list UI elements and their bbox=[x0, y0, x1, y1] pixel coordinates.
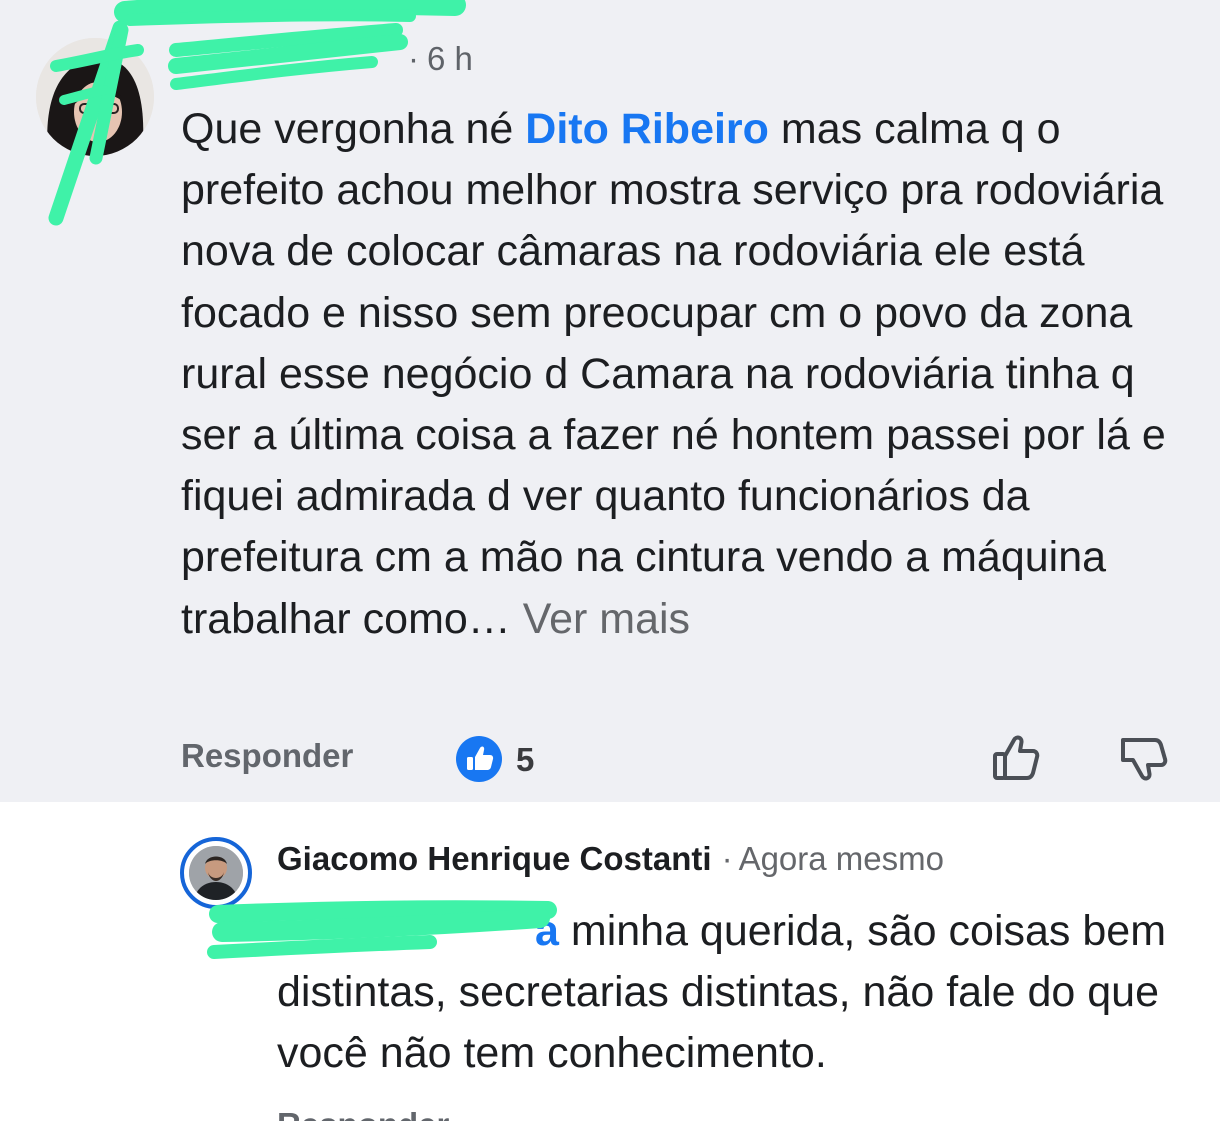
reply-author-avatar[interactable] bbox=[180, 837, 252, 909]
see-more-link[interactable]: Ver mais bbox=[523, 595, 690, 643]
reply-actions-cutoff: Responder bbox=[277, 1108, 1177, 1121]
thumbs-down-icon[interactable] bbox=[1119, 732, 1169, 784]
comment-text: Que vergonha né Dito Ribeiro mas calma q… bbox=[181, 99, 1181, 650]
avatar-photo bbox=[189, 846, 243, 900]
comment-thread: · 6 h Que vergonha né Dito Ribeiro mas ca… bbox=[0, 0, 1220, 1121]
thumbs-up-outline-icon bbox=[993, 735, 1040, 780]
avatar-person-icon bbox=[189, 846, 243, 900]
comment-header: · 6 h bbox=[180, 40, 473, 80]
reply-text-content: minha querida, são coisas bem distintas,… bbox=[277, 907, 1167, 1077]
comment-actions: Responder 5 bbox=[181, 734, 1181, 784]
reply-button[interactable]: Responder bbox=[181, 737, 353, 775]
reply-button[interactable]: Responder bbox=[277, 1108, 449, 1121]
reply-text: a minha querida, são coisas bem distinta… bbox=[277, 901, 1177, 1084]
thumbs-up-badge-icon bbox=[467, 746, 494, 770]
mention-link[interactable]: Dito Ribeiro bbox=[525, 105, 769, 153]
thumbs-down-outline-icon bbox=[1121, 738, 1168, 781]
time-separator: · bbox=[408, 40, 419, 77]
reply-header: Giacomo Henrique Costanti · Agora mesmo bbox=[277, 840, 944, 880]
thumbs-up-icon[interactable] bbox=[991, 732, 1041, 784]
like-count: 5 bbox=[516, 741, 535, 778]
like-reaction-icon[interactable] bbox=[456, 736, 502, 782]
comment-time: 6 h bbox=[427, 40, 473, 77]
user-avatar[interactable] bbox=[36, 38, 154, 156]
mention-link[interactable]: a bbox=[535, 907, 559, 955]
comment-text-rest: mas calma q o prefeito achou melhor most… bbox=[181, 105, 1166, 643]
reply-time: Agora mesmo bbox=[738, 840, 944, 877]
avatar-photo-icon bbox=[36, 38, 154, 156]
highlighted-comment: · 6 h Que vergonha né Dito Ribeiro mas ca… bbox=[0, 0, 1220, 802]
time-separator: · bbox=[721, 840, 733, 877]
comment-text-start: Que vergonha né bbox=[181, 105, 526, 153]
reply-author-name[interactable]: Giacomo Henrique Costanti bbox=[277, 840, 712, 877]
